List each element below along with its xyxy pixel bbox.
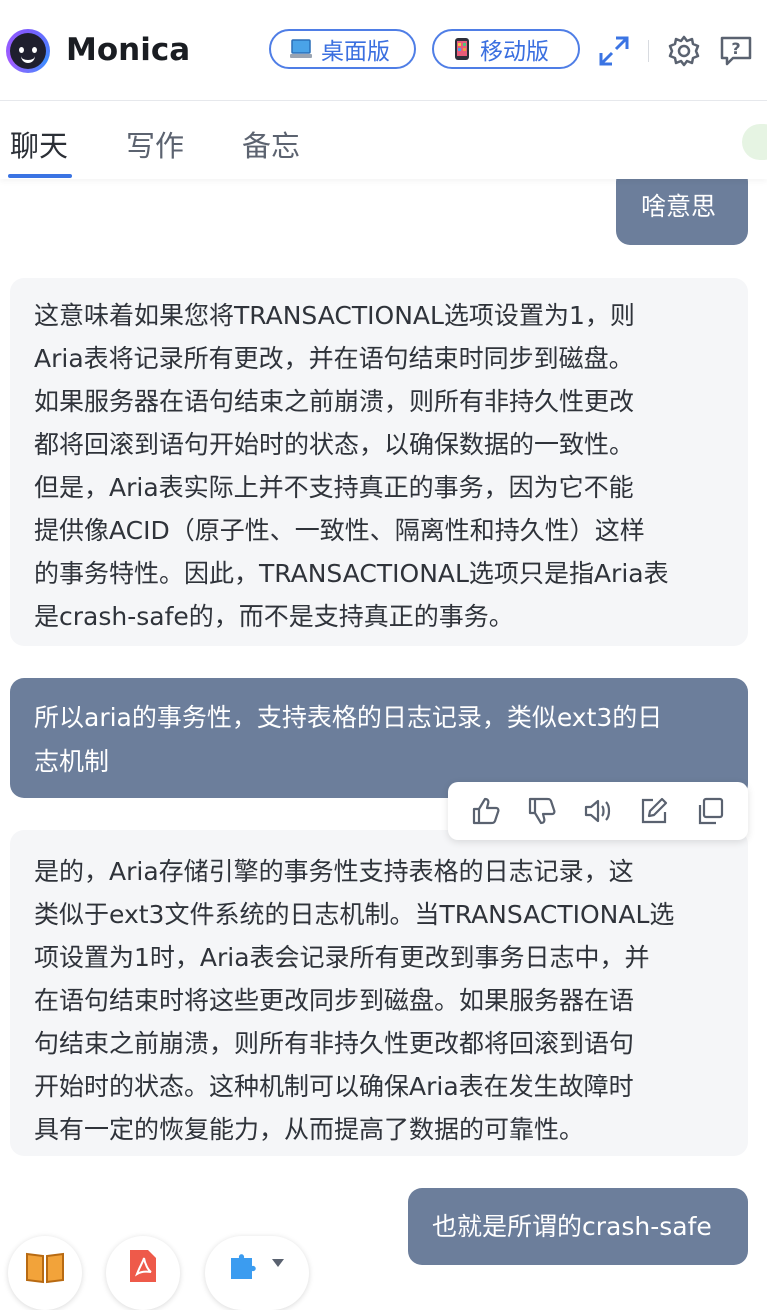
plugin-tool-button[interactable] xyxy=(205,1236,309,1310)
plugin-icon xyxy=(231,1254,256,1279)
expand-icon[interactable] xyxy=(597,34,631,68)
message-line: 这意味着如果您将TRANSACTIONAL选项设置为1，则 xyxy=(34,301,635,330)
book-icon xyxy=(26,1252,64,1284)
active-tab-indicator xyxy=(8,174,72,178)
thumbs-up-icon[interactable] xyxy=(470,795,502,827)
tab-write[interactable]: 写作 xyxy=(126,123,184,165)
message-line: 所以aria的事务性，支持表格的日志记录，类似ext3的日 xyxy=(34,703,663,732)
speaker-icon[interactable] xyxy=(582,795,614,827)
message-line: 提供像ACID（原子性、一致性、隔离性和持久性）这样 xyxy=(34,516,645,545)
laptop-icon xyxy=(290,39,312,58)
message-line: 类似于ext3文件系统的日志机制。当TRANSACTIONAL选 xyxy=(34,900,675,929)
read-tool-button[interactable] xyxy=(8,1236,82,1310)
app-title: Monica xyxy=(66,32,191,68)
message-line: 句结束之前崩溃，则所有非持久性更改都将回滚到语句 xyxy=(34,1029,635,1058)
header-divider xyxy=(648,40,649,62)
tab-chat[interactable]: 聊天 xyxy=(10,123,68,165)
message-line: 是crash-safe的，而不是支持真正的事务。 xyxy=(34,602,514,631)
message-line: 具有一定的恢复能力，从而提高了数据的可靠性。 xyxy=(34,1115,585,1144)
user-message: 啥意思 xyxy=(616,168,748,245)
tab-bar: 聊天 写作 备忘 xyxy=(0,101,767,179)
user-message: 也就是所谓的crash-safe xyxy=(408,1188,748,1265)
svg-text:?: ? xyxy=(731,39,740,58)
chevron-down-icon xyxy=(272,1259,284,1267)
pdf-icon xyxy=(130,1250,156,1282)
settings-gear-icon[interactable] xyxy=(667,34,701,68)
message-line: 如果服务器在语句结束之前崩溃，则所有非持久性更改 xyxy=(34,387,635,416)
monica-logo-icon xyxy=(6,29,50,73)
user-message: 所以aria的事务性，支持表格的日志记录，类似ext3的日 志机制 xyxy=(10,678,748,798)
message-line: 是的，Aria存储引擎的事务性支持表格的日志记录，这 xyxy=(34,857,634,886)
edit-icon[interactable] xyxy=(638,795,670,827)
message-action-bar xyxy=(448,782,748,840)
copy-icon[interactable] xyxy=(694,795,726,827)
desktop-version-label: 桌面版 xyxy=(321,39,390,65)
message-line: 志机制 xyxy=(34,747,110,776)
message-line: 开始时的状态。这种机制可以确保Aria表在发生故障时 xyxy=(34,1072,634,1101)
message-line: 在语句结束时将这些更改同步到磁盘。如果服务器在语 xyxy=(34,986,635,1015)
desktop-version-button[interactable]: 桌面版 xyxy=(269,29,416,69)
message-line: 的事务特性。因此，TRANSACTIONAL选项只是指Aria表 xyxy=(34,559,669,588)
mobile-version-button[interactable]: 移动版 xyxy=(432,29,580,69)
tab-memo[interactable]: 备忘 xyxy=(242,123,300,165)
ai-message: 这意味着如果您将TRANSACTIONAL选项设置为1，则 Aria表将记录所有… xyxy=(10,278,748,646)
phone-icon xyxy=(455,38,469,60)
mobile-version-label: 移动版 xyxy=(480,39,549,65)
help-icon[interactable]: ? xyxy=(719,34,753,68)
app-header: Monica 桌面版 移动版 ? xyxy=(0,0,767,101)
user-message-text: 啥意思 xyxy=(641,192,717,221)
message-line: 项设置为1时，Aria表会记录所有更改到事务日志中，并 xyxy=(34,943,650,972)
message-line: 但是，Aria表实际上并不支持真正的事务，因为它不能 xyxy=(34,473,634,502)
message-line: 都将回滚到语句开始时的状态，以确保数据的一致性。 xyxy=(34,430,635,459)
thumbs-down-icon[interactable] xyxy=(526,795,558,827)
user-message-text: 也就是所谓的crash-safe xyxy=(432,1212,712,1241)
message-line: Aria表将记录所有更改，并在语句结束时同步到磁盘。 xyxy=(34,344,634,373)
pdf-tool-button[interactable] xyxy=(106,1236,180,1310)
ai-message: 是的，Aria存储引擎的事务性支持表格的日志记录，这 类似于ext3文件系统的日… xyxy=(10,830,748,1156)
